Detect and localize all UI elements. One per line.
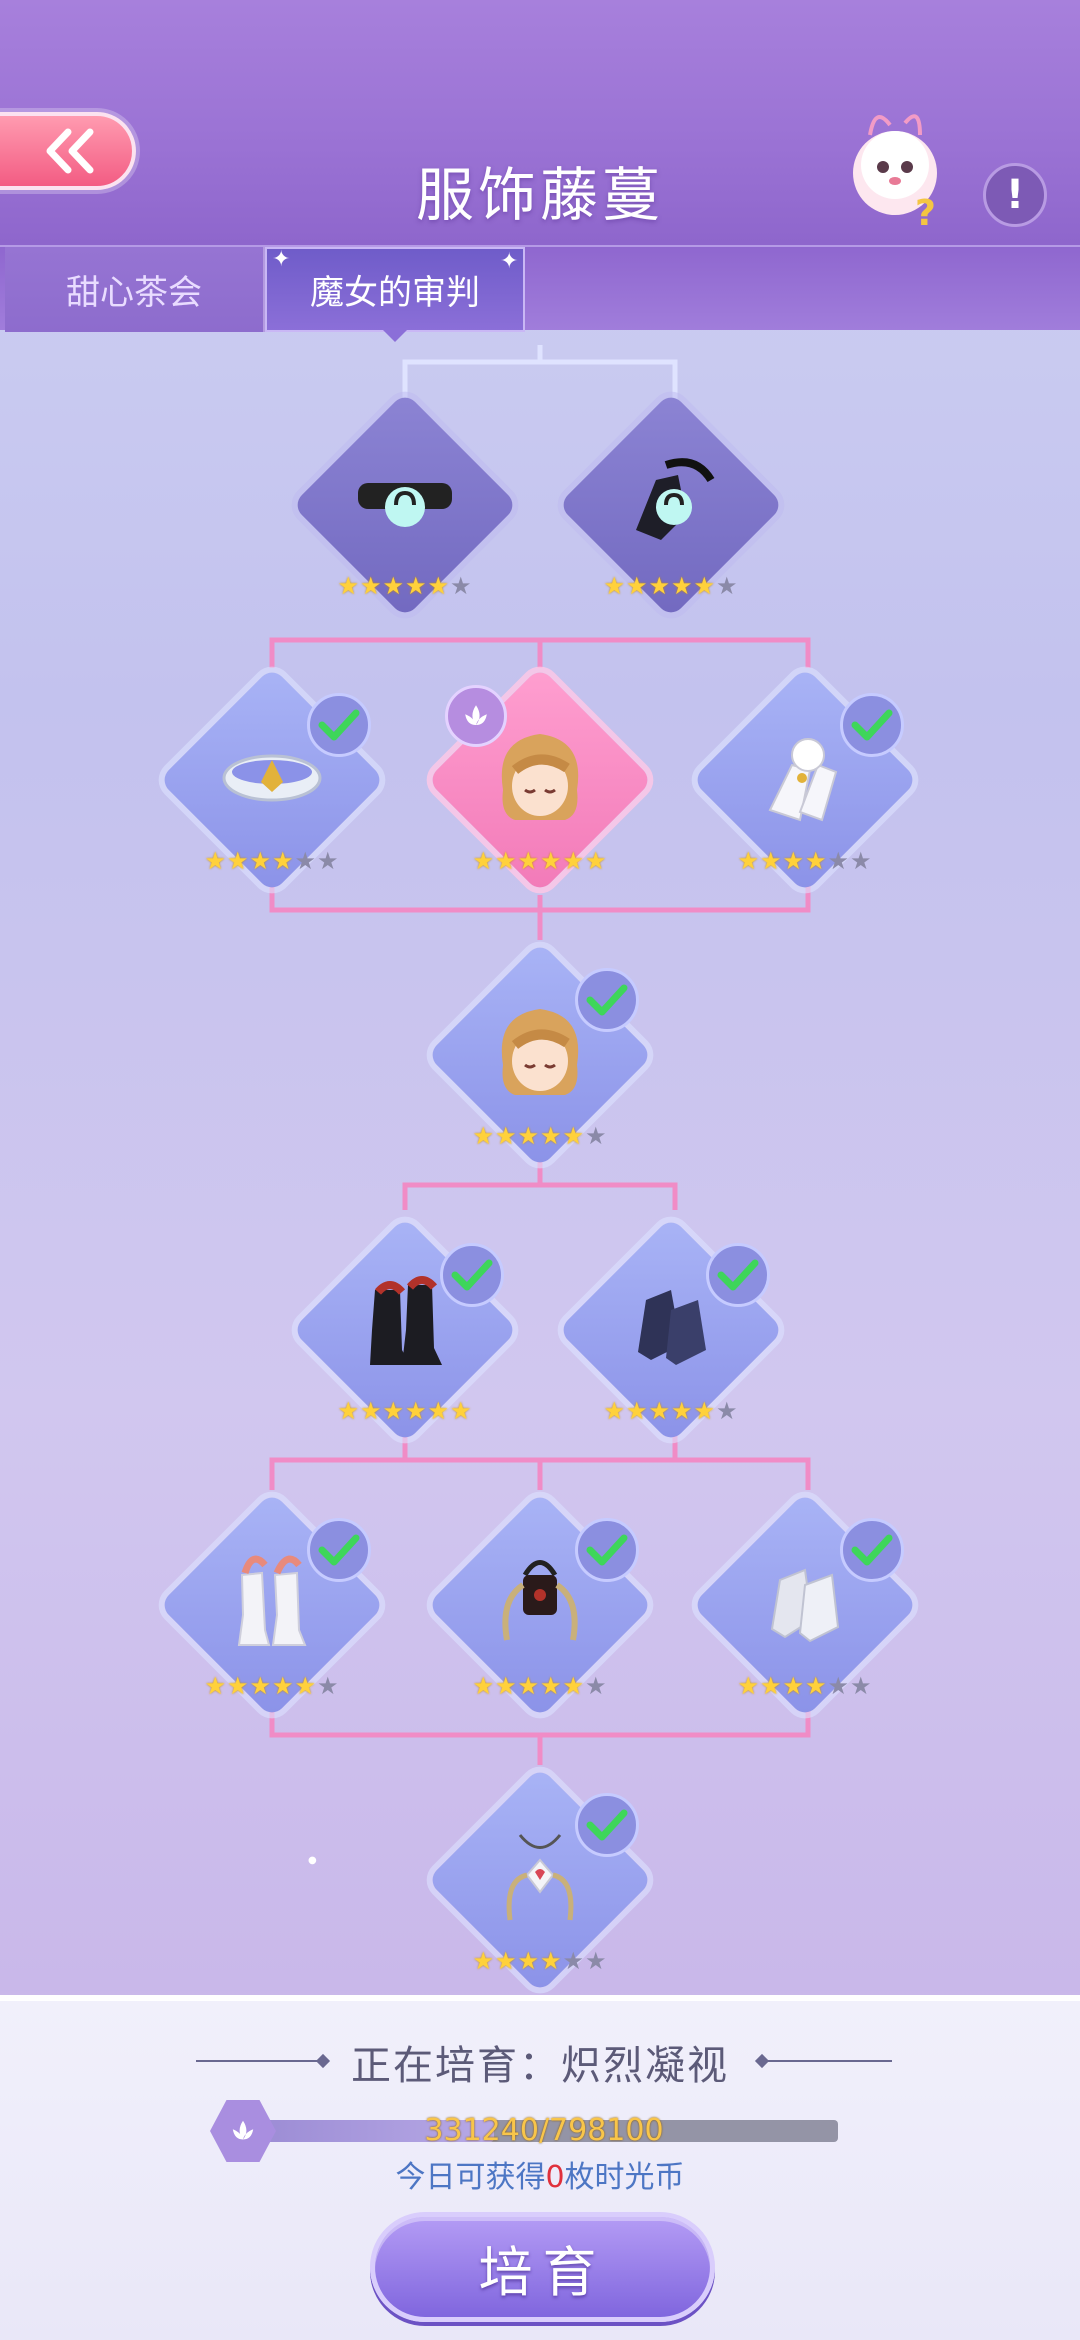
- star-rating: ★★★★★★: [204, 847, 340, 875]
- progress-text: 331240/798100: [424, 2113, 664, 2148]
- tree-node-hair-blonde[interactable]: ★★★★★★: [425, 940, 655, 1170]
- today-coins-text: 今日可获得0枚时光币: [0, 2152, 1080, 2196]
- completed-check-icon: [575, 1518, 639, 1582]
- cultivate-button[interactable]: 培育: [370, 2212, 715, 2322]
- star-rating: ★★★★★★: [472, 847, 608, 875]
- tree-node-black-gloves[interactable]: ★★★★★★: [556, 390, 786, 620]
- star-rating: ★★★★★★: [472, 1672, 608, 1700]
- tree-node-winged-bag[interactable]: ★★★★★★: [425, 1490, 655, 1720]
- completed-check-icon: [575, 1793, 639, 1857]
- choker-lock-icon: [358, 483, 452, 527]
- star-rating: ★★★★★★: [337, 572, 473, 600]
- tree-node-gold-bracelet[interactable]: ★★★★★★: [157, 665, 387, 895]
- star-rating: ★★★★★★: [737, 1672, 873, 1700]
- lotus-icon: [445, 685, 507, 747]
- tree-node-white-socks[interactable]: ★★★★★★: [690, 1490, 920, 1720]
- today-prefix: 今日可获得: [395, 2160, 546, 2195]
- tree-node-choker[interactable]: ★★★★★★: [290, 390, 520, 620]
- completed-check-icon: [840, 1518, 904, 1582]
- today-count: 0: [545, 2160, 565, 2195]
- completed-check-icon: [307, 1518, 371, 1582]
- star-rating: ★★★★★★: [472, 1947, 608, 1975]
- tree-node-lace-gloves[interactable]: ★★★★★★: [690, 665, 920, 895]
- completed-check-icon: [840, 693, 904, 757]
- hair-icon: [501, 734, 579, 820]
- star-rating: ★★★★★★: [603, 572, 739, 600]
- completed-check-icon: [440, 1243, 504, 1307]
- today-suffix: 枚时光币: [564, 2160, 685, 2195]
- completed-check-icon: [706, 1243, 770, 1307]
- tree-node-heart-necklace[interactable]: ★★★★★★: [425, 1765, 655, 1995]
- tree-node-navy-socks[interactable]: ★★★★★★: [556, 1215, 786, 1445]
- star-rating: ★★★★★★: [204, 1672, 340, 1700]
- sparkle-icon: ●: [308, 1855, 317, 1866]
- star-rating: ★★★★★★: [472, 1122, 608, 1150]
- cultivating-label: 正在培育：炽烈凝视: [351, 2043, 729, 2089]
- star-rating: ★★★★★★: [737, 847, 873, 875]
- star-rating: ★★★★★★: [603, 1397, 739, 1425]
- completed-check-icon: [575, 968, 639, 1032]
- completed-check-icon: [307, 693, 371, 757]
- star-rating: ★★★★★★: [337, 1397, 473, 1425]
- gloves-lock-icon: [636, 458, 715, 540]
- tree-node-red-black-boots[interactable]: ★★★★★★: [290, 1215, 520, 1445]
- tree-node-hair-current[interactable]: ★★★★★★: [425, 665, 655, 895]
- tree-node-white-heels[interactable]: ★★★★★★: [157, 1490, 387, 1720]
